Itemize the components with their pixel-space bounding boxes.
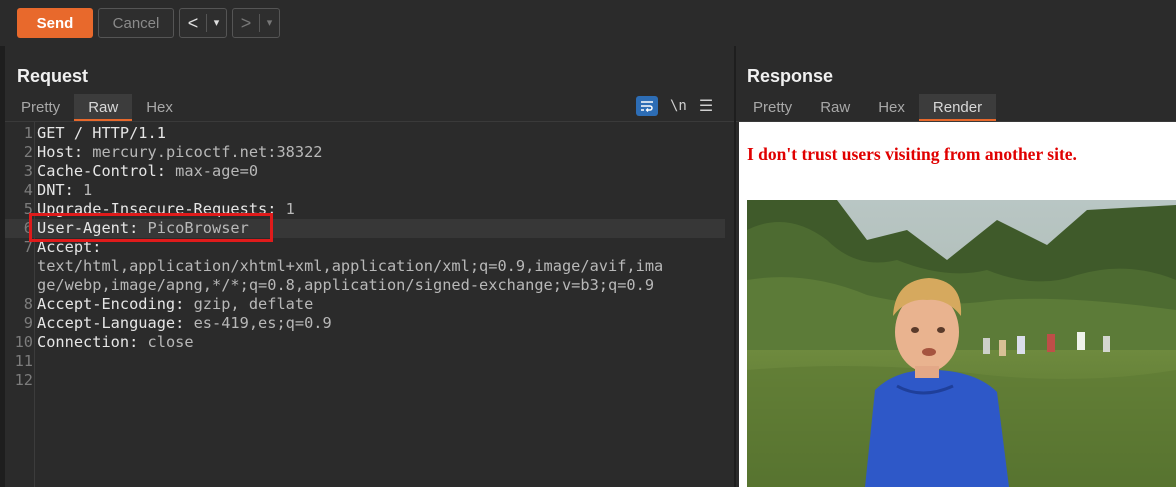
response-tab-raw[interactable]: Raw — [806, 94, 864, 121]
response-tab-pretty[interactable]: Pretty — [739, 94, 806, 121]
request-line: 8 Accept-Encoding: gzip, deflate — [23, 295, 314, 313]
request-line: 4 DNT: 1 — [23, 181, 93, 199]
request-line: 11 — [14, 352, 33, 370]
send-button[interactable]: Send — [17, 8, 93, 38]
forward-nav-group: > ▾ — [232, 8, 280, 38]
response-tabs: Pretty Raw Hex Render — [739, 94, 997, 121]
newline-icon[interactable]: \n — [670, 98, 687, 114]
wrap-lines-icon[interactable] — [636, 96, 658, 116]
request-tab-hex[interactable]: Hex — [132, 94, 187, 121]
request-line: 2 Host: mercury.picoctf.net:38322 — [23, 143, 323, 161]
request-line: 9 Accept-Language: es-419,es;q=0.9 — [23, 314, 332, 332]
request-line: 10 Connection: close — [14, 333, 194, 351]
request-title: Request — [17, 66, 89, 86]
request-editor-icons: \n ☰ — [636, 96, 713, 116]
response-tab-render[interactable]: Render — [918, 94, 997, 121]
forward-dropdown-icon[interactable]: ▾ — [259, 14, 279, 32]
panel-divider[interactable] — [734, 46, 736, 487]
request-tabs: Pretty Raw Hex — [7, 94, 187, 121]
user-agent-highlight-box — [29, 213, 273, 242]
forward-arrow-icon[interactable]: > — [233, 13, 259, 34]
response-tab-hex[interactable]: Hex — [864, 94, 919, 121]
request-line: 12 — [14, 371, 33, 389]
back-nav-group: < ▾ — [179, 8, 227, 38]
cancel-button[interactable]: Cancel — [98, 8, 174, 38]
hamburger-menu-icon[interactable]: ☰ — [699, 96, 713, 116]
response-title: Response — [747, 66, 834, 86]
request-editor[interactable]: 1 GET / HTTP/1.1 2 Host: mercury.picoctf.n… — [5, 122, 734, 487]
request-line: 1 GET / HTTP/1.1 — [23, 124, 166, 142]
toolbar: Send Cancel < ▾ > ▾ — [0, 0, 1176, 46]
back-arrow-icon[interactable]: < — [180, 13, 206, 34]
response-render-view: I don't trust users visiting from anothe… — [739, 122, 1176, 487]
render-message: I don't trust users visiting from anothe… — [747, 144, 1077, 164]
request-tab-pretty[interactable]: Pretty — [7, 94, 74, 121]
request-tab-raw[interactable]: Raw — [74, 94, 133, 121]
request-line: 3 Cache-Control: max-age=0 — [23, 162, 259, 180]
back-dropdown-icon[interactable]: ▾ — [206, 14, 226, 32]
editor-gutter-divider — [34, 122, 35, 487]
kid-in-field-image — [747, 200, 1176, 487]
request-line: text/html,application/xhtml+xml,applicat… — [37, 257, 664, 275]
request-line: ge/webp,image/apng,*/*;q=0.8,application… — [37, 276, 655, 294]
